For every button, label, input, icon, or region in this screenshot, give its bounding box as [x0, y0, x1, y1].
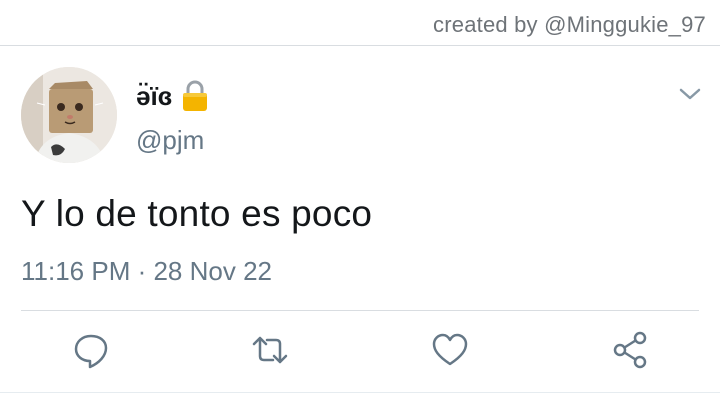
creator-credit: created by @Minggukie_97: [433, 12, 706, 37]
name-row: ə̈ïɞ: [136, 79, 210, 113]
tweet-text: Y lo de tonto es poco: [21, 193, 373, 234]
share-icon: [613, 331, 647, 369]
retweet-button[interactable]: [248, 328, 292, 372]
like-button[interactable]: [428, 328, 472, 372]
action-bar: [0, 328, 720, 376]
tweet-timestamp[interactable]: 11:16 PM · 28 Nov 22: [21, 256, 272, 287]
heart-icon: [432, 333, 468, 366]
share-button[interactable]: [608, 328, 652, 372]
bottom-divider: [0, 392, 720, 393]
avatar-image: [21, 67, 117, 163]
user-handle[interactable]: @pjm: [136, 125, 204, 156]
lock-icon: [180, 79, 210, 113]
reply-button[interactable]: [69, 328, 113, 372]
chevron-down-icon[interactable]: [676, 82, 704, 106]
retweet-icon: [252, 336, 288, 364]
avatar[interactable]: [21, 67, 117, 163]
actions-divider: [21, 310, 699, 311]
display-name[interactable]: ə̈ïɞ: [136, 81, 172, 112]
header-divider: [0, 45, 720, 46]
speech-bubble-icon: [74, 334, 108, 369]
